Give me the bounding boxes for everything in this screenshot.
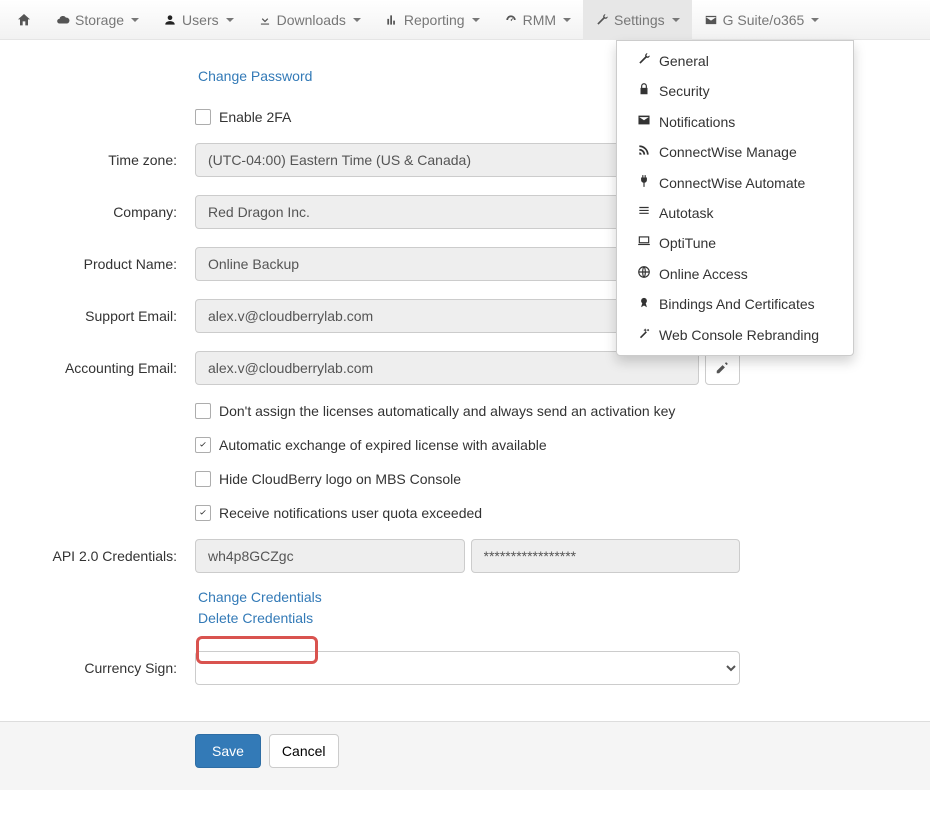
menu-bindings-label: Bindings And Certificates <box>659 293 815 315</box>
timezone-label: Time zone: <box>0 152 195 168</box>
certificate-icon <box>637 293 651 315</box>
enable-2fa-checkbox[interactable] <box>195 109 211 125</box>
envelope-icon <box>637 111 651 133</box>
globe-icon <box>637 263 651 285</box>
menu-general-label: General <box>659 50 709 72</box>
nav-settings[interactable]: Settings <box>583 0 692 40</box>
menu-cw-manage-label: ConnectWise Manage <box>659 141 797 163</box>
nav-storage-label: Storage <box>75 12 124 28</box>
currency-sign-label: Currency Sign: <box>0 660 195 676</box>
auto-exchange-checkbox[interactable] <box>195 437 211 453</box>
home-icon <box>16 12 32 28</box>
auto-exchange-label: Automatic exchange of expired license wi… <box>219 437 547 453</box>
save-button[interactable]: Save <box>195 734 261 768</box>
menu-security-label: Security <box>659 80 710 102</box>
menu-cw-manage[interactable]: ConnectWise Manage <box>617 137 853 167</box>
list-icon <box>637 202 651 224</box>
chart-icon <box>385 13 399 27</box>
api-secret-field <box>471 539 741 573</box>
menu-rebranding-label: Web Console Rebranding <box>659 324 819 346</box>
edit-accounting-email-button[interactable] <box>705 351 740 385</box>
accounting-email-label: Accounting Email: <box>0 360 195 376</box>
settings-dropdown: General Security Notifications ConnectWi… <box>616 40 854 356</box>
menu-cw-automate-label: ConnectWise Automate <box>659 172 805 194</box>
nav-home[interactable] <box>4 0 44 40</box>
menu-security[interactable]: Security <box>617 76 853 106</box>
hide-logo-checkbox[interactable] <box>195 471 211 487</box>
cancel-button[interactable]: Cancel <box>269 734 339 768</box>
api-user-field <box>195 539 465 573</box>
dont-assign-label: Don't assign the licenses automatically … <box>219 403 675 419</box>
menu-notifications-label: Notifications <box>659 111 735 133</box>
nav-users[interactable]: Users <box>151 0 246 40</box>
caret-icon <box>131 18 139 22</box>
nav-storage[interactable]: Storage <box>44 0 151 40</box>
caret-icon <box>672 18 680 22</box>
dashboard-icon <box>504 13 518 27</box>
menu-online-access[interactable]: Online Access <box>617 259 853 289</box>
nav-reporting[interactable]: Reporting <box>373 0 492 40</box>
caret-icon <box>811 18 819 22</box>
caret-icon <box>472 18 480 22</box>
nav-settings-label: Settings <box>614 12 665 28</box>
quota-notify-label: Receive notifications user quota exceede… <box>219 505 482 521</box>
laptop-icon <box>637 232 651 254</box>
nav-reporting-label: Reporting <box>404 12 465 28</box>
cloud-icon <box>56 13 70 27</box>
menu-optitune[interactable]: OptiTune <box>617 228 853 258</box>
lock-icon <box>637 80 651 102</box>
caret-icon <box>353 18 361 22</box>
nav-rmm-label: RMM <box>523 12 556 28</box>
menu-notifications[interactable]: Notifications <box>617 107 853 137</box>
quota-notify-checkbox[interactable] <box>195 505 211 521</box>
caret-icon <box>226 18 234 22</box>
nav-downloads[interactable]: Downloads <box>246 0 373 40</box>
top-navbar: Storage Users Downloads Reporting RMM Se <box>0 0 930 40</box>
menu-rebranding[interactable]: Web Console Rebranding <box>617 320 853 350</box>
user-icon <box>163 13 177 27</box>
hide-logo-label: Hide CloudBerry logo on MBS Console <box>219 471 461 487</box>
api-credentials-label: API 2.0 Credentials: <box>0 548 195 564</box>
delete-credentials-link[interactable]: Delete Credentials <box>198 608 890 629</box>
download-icon <box>258 13 272 27</box>
menu-general[interactable]: General <box>617 46 853 76</box>
nav-users-label: Users <box>182 12 219 28</box>
wrench-icon <box>595 13 609 27</box>
menu-autotask[interactable]: Autotask <box>617 198 853 228</box>
caret-icon <box>563 18 571 22</box>
footer-bar: Save Cancel <box>0 721 930 790</box>
currency-sign-select[interactable] <box>195 651 740 685</box>
nav-gsuite[interactable]: G Suite/o365 <box>692 0 832 40</box>
menu-online-access-label: Online Access <box>659 263 748 285</box>
change-credentials-link[interactable]: Change Credentials <box>198 587 890 608</box>
wand-icon <box>637 324 651 346</box>
accounting-email-field <box>195 351 699 385</box>
envelope-icon <box>704 13 718 27</box>
support-email-label: Support Email: <box>0 308 195 324</box>
rss-icon <box>637 141 651 163</box>
nav-rmm[interactable]: RMM <box>492 0 583 40</box>
wrench-icon <box>637 50 651 72</box>
plug-icon <box>637 172 651 194</box>
menu-bindings[interactable]: Bindings And Certificates <box>617 289 853 319</box>
dont-assign-checkbox[interactable] <box>195 403 211 419</box>
enable-2fa-label: Enable 2FA <box>219 109 291 125</box>
nav-downloads-label: Downloads <box>277 12 346 28</box>
nav-gsuite-label: G Suite/o365 <box>723 12 805 28</box>
product-name-label: Product Name: <box>0 256 195 272</box>
menu-autotask-label: Autotask <box>659 202 713 224</box>
company-label: Company: <box>0 204 195 220</box>
menu-optitune-label: OptiTune <box>659 232 716 254</box>
menu-cw-automate[interactable]: ConnectWise Automate <box>617 168 853 198</box>
